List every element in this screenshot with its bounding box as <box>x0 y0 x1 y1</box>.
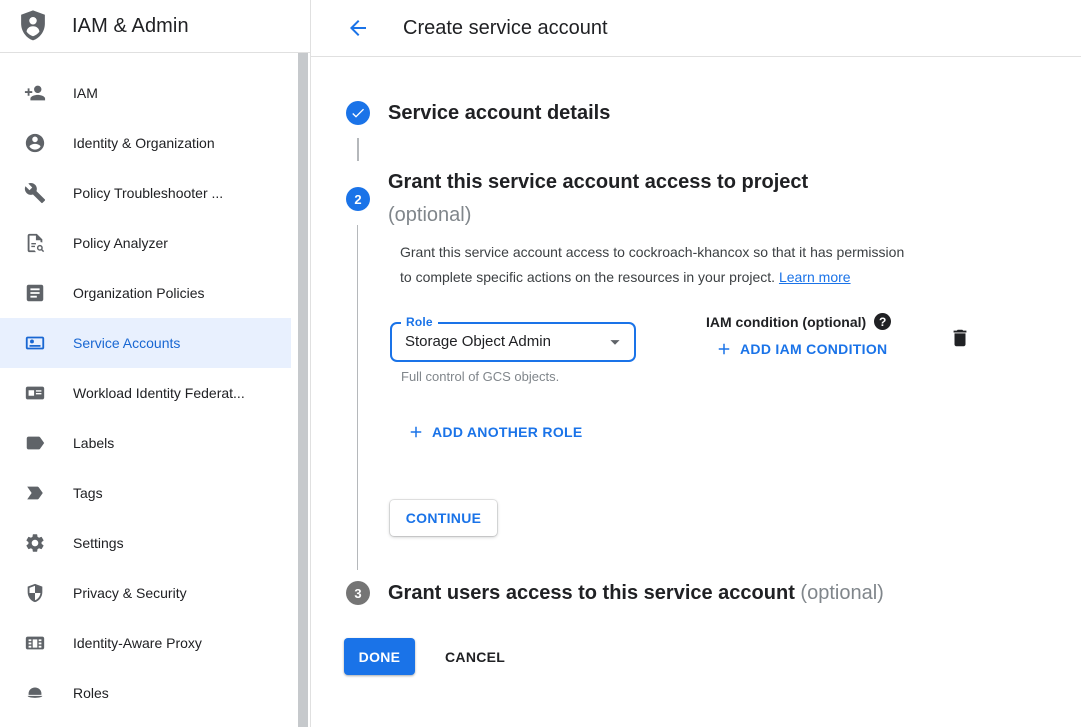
role-helper-text: Full control of GCS objects. <box>401 369 559 384</box>
plus-icon <box>407 423 425 441</box>
shield-half-icon <box>24 582 46 604</box>
sidebar-item-label: Service Accounts <box>73 335 180 351</box>
sidebar-item-tags[interactable]: Tags <box>0 468 291 518</box>
page-title: Create service account <box>403 17 608 40</box>
label-important-icon <box>24 482 46 504</box>
sidebar-item-workload-identity-federat[interactable]: Workload Identity Federat... <box>0 368 291 418</box>
sidebar-header: IAM & Admin <box>0 0 310 53</box>
sidebar-item-label: Settings <box>73 535 124 551</box>
sidebar-nav: IAM Identity & Organization Policy Troub… <box>0 53 310 718</box>
sidebar-item-label: Identity & Organization <box>73 135 215 151</box>
gear-icon <box>24 532 46 554</box>
hat-icon <box>24 682 46 704</box>
sidebar-item-identity-organization[interactable]: Identity & Organization <box>0 118 291 168</box>
main-content: Service account details 2 Grant this ser… <box>311 57 1081 727</box>
iam-condition-label: IAM condition (optional) <box>706 314 866 330</box>
sidebar-item-labels[interactable]: Labels <box>0 418 291 468</box>
sidebar-item-policy-troubleshooter[interactable]: Policy Troubleshooter ... <box>0 168 291 218</box>
continue-button[interactable]: CONTINUE <box>390 500 497 536</box>
role-selected-value: Storage Object Admin <box>392 324 634 360</box>
service-account-icon <box>24 332 46 354</box>
sidebar-item-settings[interactable]: Settings <box>0 518 291 568</box>
back-arrow-icon[interactable] <box>346 16 370 40</box>
step-connector <box>357 138 359 161</box>
add-another-role-button[interactable]: ADD ANOTHER ROLE <box>407 423 583 441</box>
sidebar-item-label: Labels <box>73 435 114 451</box>
dropdown-arrow-icon <box>604 331 626 353</box>
sidebar-item-iam[interactable]: IAM <box>0 68 291 118</box>
sidebar-item-label: Roles <box>73 685 109 701</box>
sidebar-item-policy-analyzer[interactable]: Policy Analyzer <box>0 218 291 268</box>
iam-condition-row: IAM condition (optional) ? <box>706 313 891 330</box>
sidebar-item-roles[interactable]: Roles <box>0 668 291 718</box>
sidebar-item-label: Organization Policies <box>73 285 205 301</box>
step2-row: 2 Grant this service account access to p… <box>346 166 808 232</box>
sidebar-item-privacy-security[interactable]: Privacy & Security <box>0 568 291 618</box>
step2-title: Grant this service account access to pro… <box>388 166 808 232</box>
add-iam-condition-button[interactable]: ADD IAM CONDITION <box>715 340 887 358</box>
sidebar-item-label: IAM <box>73 85 98 101</box>
role-select[interactable]: Role Storage Object Admin <box>390 322 636 362</box>
cancel-button[interactable]: CANCEL <box>445 638 505 675</box>
delete-role-button[interactable] <box>949 327 971 349</box>
sidebar: IAM & Admin IAM Identity & Organization … <box>0 0 311 727</box>
step3-row: 3 Grant users access to this service acc… <box>346 579 884 607</box>
learn-more-link[interactable]: Learn more <box>779 269 851 285</box>
page-header: Create service account <box>311 0 1081 57</box>
step2-optional-label: (optional) <box>388 199 808 232</box>
id-card-icon <box>24 382 46 404</box>
step3-title: Grant users access to this service accou… <box>388 582 884 605</box>
doc-search-icon <box>24 232 46 254</box>
help-icon[interactable]: ? <box>874 313 891 330</box>
sidebar-item-identity-aware-proxy[interactable]: Identity-Aware Proxy <box>0 618 291 668</box>
person-add-icon <box>24 82 46 104</box>
wrench-icon <box>24 182 46 204</box>
plus-icon <box>715 340 733 358</box>
step1-row: Service account details <box>346 99 610 127</box>
step1-title: Service account details <box>388 102 610 125</box>
sidebar-item-label: Tags <box>73 485 103 501</box>
sidebar-scrollbar[interactable] <box>298 53 308 727</box>
step2-description: Grant this service account access to coc… <box>400 240 1010 290</box>
step2-number-badge: 2 <box>346 187 370 211</box>
iam-admin-shield-icon <box>18 9 48 43</box>
role-field-label: Role <box>401 315 438 329</box>
account-circle-icon <box>24 132 46 154</box>
label-icon <box>24 432 46 454</box>
sidebar-item-label: Identity-Aware Proxy <box>73 635 202 651</box>
sidebar-item-organization-policies[interactable]: Organization Policies <box>0 268 291 318</box>
security-grid-icon <box>24 632 46 654</box>
step3-number-badge: 3 <box>346 581 370 605</box>
done-button[interactable]: DONE <box>344 638 415 675</box>
sidebar-title: IAM & Admin <box>72 15 189 38</box>
step1-check-icon <box>346 101 370 125</box>
sidebar-item-label: Workload Identity Federat... <box>73 385 245 401</box>
sidebar-item-label: Policy Troubleshooter ... <box>73 185 223 201</box>
step3-optional-label: (optional) <box>800 582 883 604</box>
sidebar-item-label: Policy Analyzer <box>73 235 168 251</box>
sidebar-item-label: Privacy & Security <box>73 585 187 601</box>
sidebar-item-service-accounts[interactable]: Service Accounts <box>0 318 291 368</box>
step-connector-line <box>357 225 358 570</box>
doc-list-icon <box>24 282 46 304</box>
